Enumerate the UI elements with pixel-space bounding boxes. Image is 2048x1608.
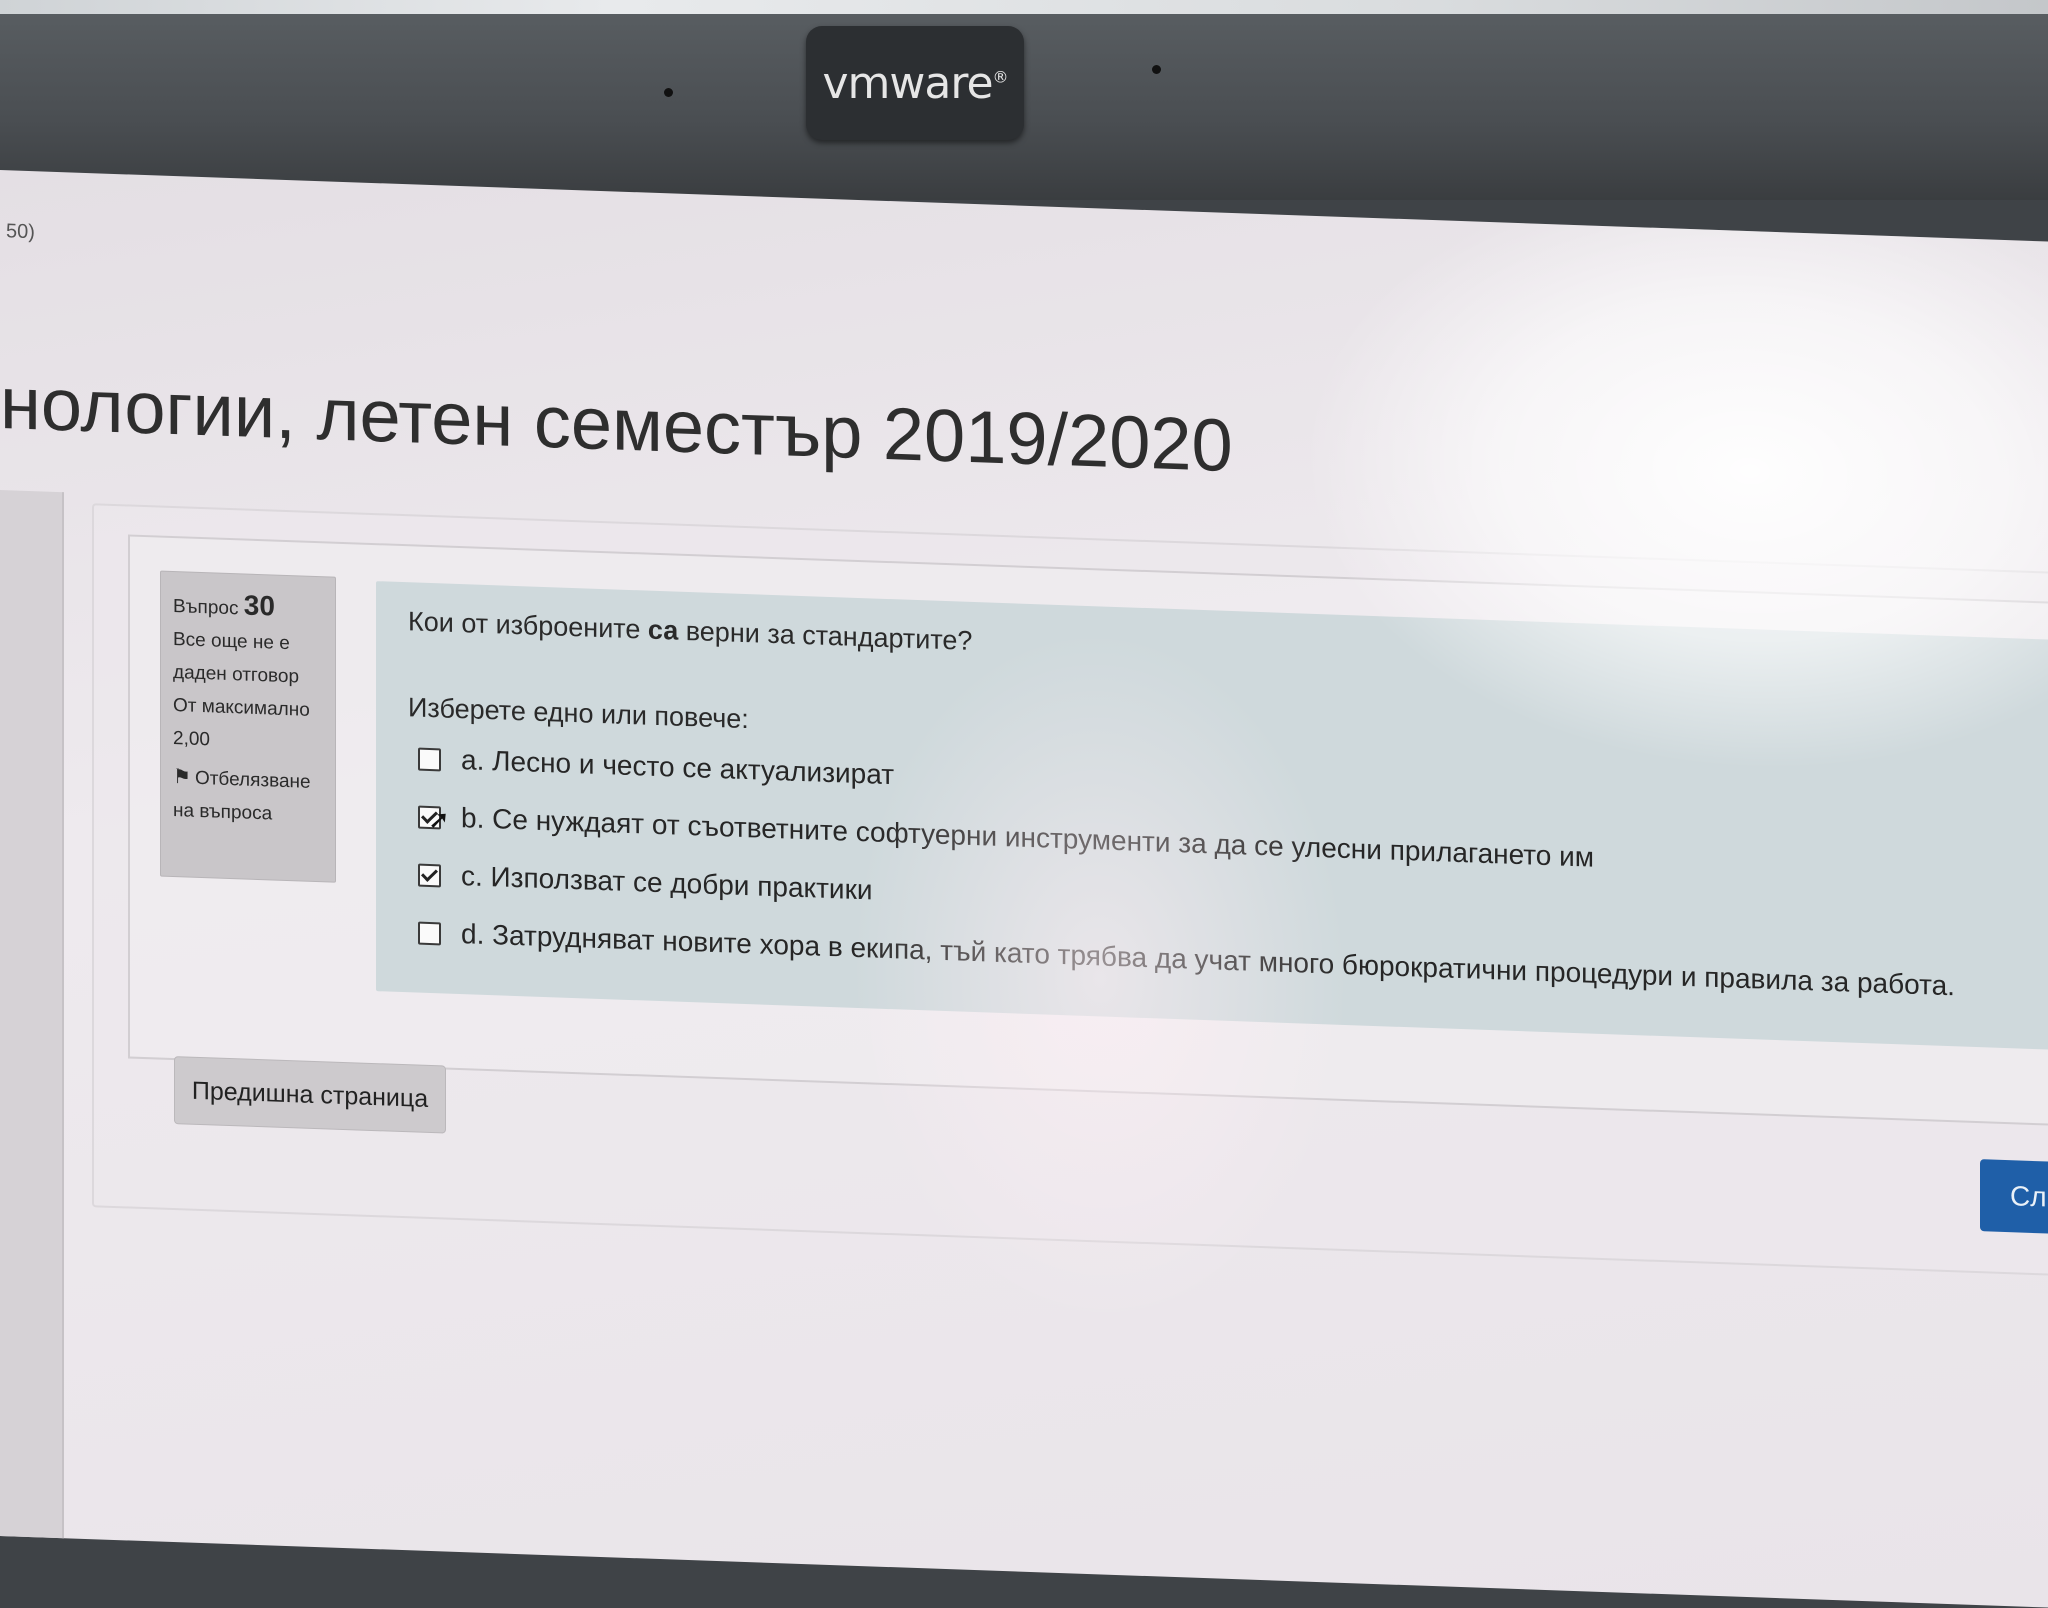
- answer-a-label: a. Лесно и често се актуализират: [461, 744, 895, 791]
- answer-a-checkbox[interactable]: [418, 747, 441, 771]
- question-box: Кои от изброените са верни за стандартит…: [376, 581, 2048, 1052]
- question-nav-rail: 2 3: [0, 489, 64, 1593]
- flag-question-label: Отбелязване на въпроса: [173, 767, 311, 825]
- breadcrumb-fragment: 50): [6, 220, 35, 244]
- answer-b-label: b. Се нуждаят от съответните софтуерни и…: [461, 802, 1595, 873]
- answer-c-label: c. Използват се добри практики: [461, 860, 873, 906]
- answer-d-label: d. Затрудняват новите хора в екипа, тъй …: [461, 918, 1955, 1002]
- question-prompt: Изберете едно или повече:: [408, 692, 749, 735]
- next-page-button[interactable]: Сл: [1980, 1159, 2048, 1236]
- page-title: нологии, летен семестър 2019/2020: [0, 361, 1233, 488]
- answer-option-a[interactable]: a. Лесно и често се актуализират: [418, 743, 894, 792]
- answer-option-d[interactable]: d. Затрудняват новите хора в екипа, тъй …: [418, 917, 1955, 1003]
- previous-page-button[interactable]: Предишна страница: [174, 1056, 446, 1134]
- monitor-bezel: vmware®: [0, 0, 2048, 200]
- screen: 50) нологии, летен семестър 2019/2020 2 …: [0, 170, 2048, 1608]
- flag-icon: ⚑: [173, 766, 191, 789]
- vmware-badge: vmware®: [806, 26, 1024, 140]
- question-number: Въпрос 30: [173, 589, 275, 622]
- answer-c-checkbox[interactable]: [418, 863, 441, 887]
- vmware-logo: vmware®: [822, 58, 1008, 109]
- flag-question-link[interactable]: ⚑ Отбелязване на въпроса: [173, 761, 323, 832]
- question-max-grade-label: От максимално: [173, 695, 310, 721]
- question-status: Все още не е даден отговор: [173, 629, 300, 688]
- answer-option-c[interactable]: c. Използват се добри практики: [418, 859, 872, 907]
- bezel-sensor-right: [1152, 65, 1161, 74]
- answer-b-checkbox[interactable]: ➚: [418, 803, 450, 834]
- question-text: Кои от изброените са верни за стандартит…: [408, 606, 973, 656]
- answer-option-b[interactable]: ➚ b. Се нуждаят от съответните софтуерни…: [418, 801, 1594, 874]
- bezel-sensor-left: [664, 88, 673, 97]
- answer-d-checkbox[interactable]: [418, 921, 441, 945]
- laptop-lid-edge: [0, 0, 2048, 14]
- question-info-box: Въпрос 30 Все още не е даден отговор От …: [160, 570, 336, 883]
- mouse-cursor-icon: ➚: [428, 803, 450, 835]
- question-max-grade-value: 2,00: [173, 728, 210, 751]
